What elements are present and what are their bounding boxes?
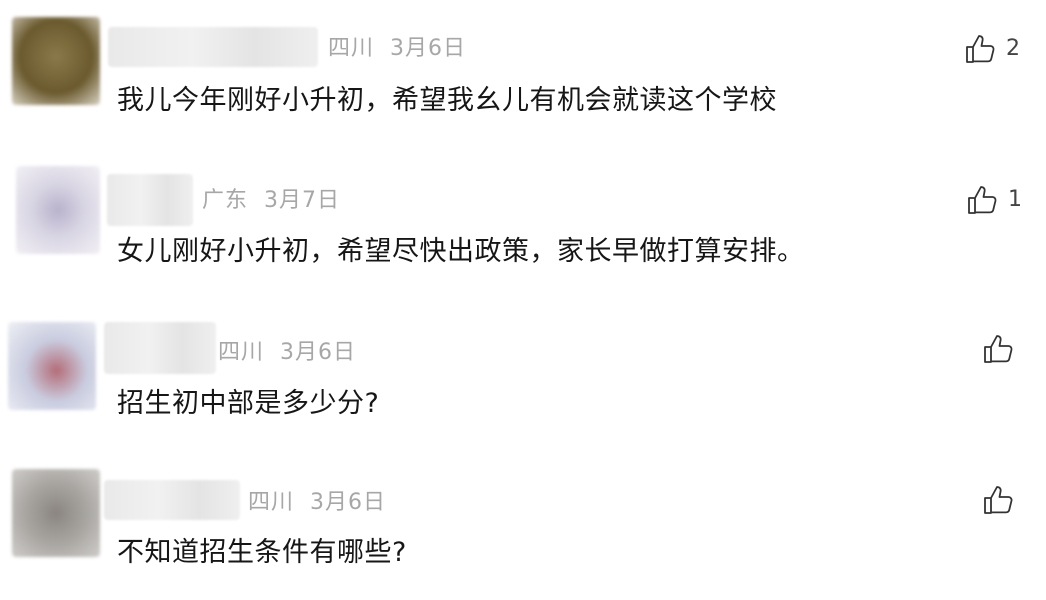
like-button[interactable] <box>982 332 1024 366</box>
comment-meta: 四川 3月6日 <box>248 490 386 516</box>
comment-region: 四川 <box>248 490 295 515</box>
comment-item: 四川 3月6日 我儿今年刚好小升初，希望我幺儿有机会就读这个学校 2 <box>0 0 1046 150</box>
comment-region: 四川 <box>328 36 375 61</box>
avatar[interactable] <box>8 322 96 410</box>
username-blurred[interactable] <box>104 322 216 374</box>
avatar[interactable] <box>16 166 100 254</box>
like-count: 2 <box>1006 36 1020 61</box>
comment-item: 广东 3月7日 女儿刚好小升初，希望尽快出政策，家长早做打算安排。 1 <box>0 150 1046 300</box>
comment-date: 3月6日 <box>310 490 387 515</box>
like-count: 1 <box>1008 187 1022 212</box>
like-button[interactable]: 2 <box>964 32 1020 66</box>
thumbs-up-icon <box>982 332 1016 366</box>
comment-item: 四川 3月6日 招生初中部是多少分? <box>0 300 1046 450</box>
comment-text: 女儿刚好小升初，希望尽快出政策，家长早做打算安排。 <box>117 236 805 267</box>
avatar[interactable] <box>12 469 100 557</box>
like-button[interactable] <box>982 483 1024 517</box>
comment-item: 四川 3月6日 不知道招生条件有哪些? <box>0 450 1046 600</box>
comment-date: 3月7日 <box>264 188 341 213</box>
comment-date: 3月6日 <box>390 36 467 61</box>
comment-region: 广东 <box>202 188 249 213</box>
comment-text: 不知道招生条件有哪些? <box>117 537 407 568</box>
username-blurred[interactable] <box>108 27 318 67</box>
username-blurred[interactable] <box>107 174 193 226</box>
comment-region: 四川 <box>218 340 265 365</box>
thumbs-up-icon <box>966 183 1000 217</box>
comment-meta: 广东 3月7日 <box>202 188 340 214</box>
comment-meta: 四川 3月6日 <box>328 36 466 62</box>
thumbs-up-icon <box>964 32 998 66</box>
thumbs-up-icon <box>982 483 1016 517</box>
comment-meta: 四川 3月6日 <box>218 340 356 366</box>
comment-text: 招生初中部是多少分? <box>117 388 380 419</box>
username-blurred[interactable] <box>104 480 240 520</box>
comment-text: 我儿今年刚好小升初，希望我幺儿有机会就读这个学校 <box>117 85 777 116</box>
like-button[interactable]: 1 <box>966 183 1022 217</box>
comment-date: 3月6日 <box>280 340 357 365</box>
avatar[interactable] <box>12 17 100 105</box>
